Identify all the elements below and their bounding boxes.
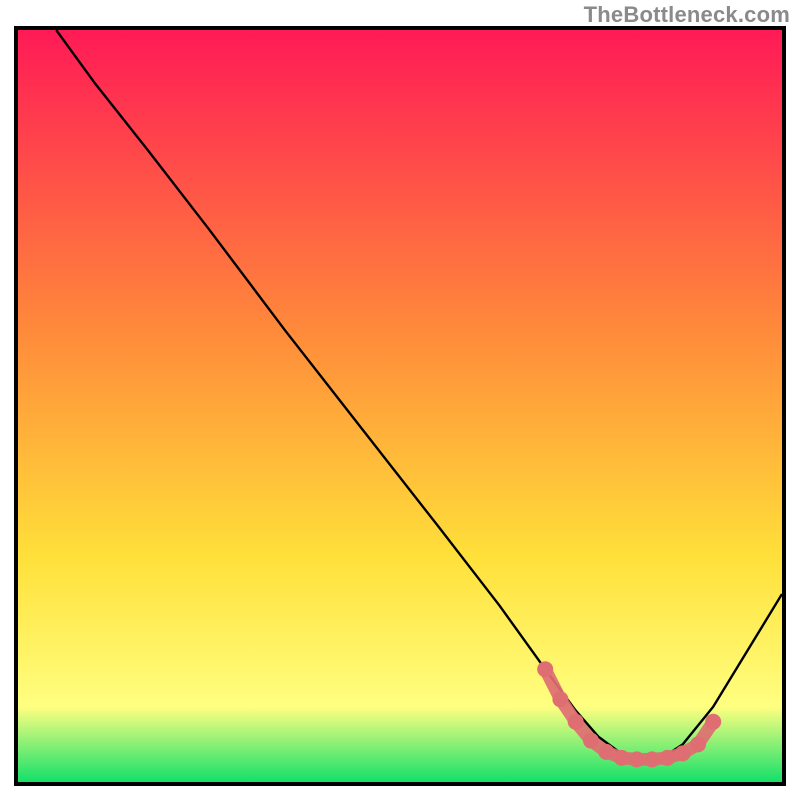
- optimal-band-point: [659, 750, 675, 766]
- chart-lines: [18, 30, 782, 782]
- watermark: TheBottleneck.com: [584, 2, 790, 28]
- optimal-band-point: [583, 733, 599, 749]
- optimal-band-point: [614, 750, 630, 766]
- plot-area: [14, 26, 786, 786]
- optimal-band-point: [568, 714, 584, 730]
- optimal-band: [537, 661, 721, 767]
- optimal-band-point: [552, 691, 568, 707]
- optimal-band-point: [690, 736, 706, 752]
- optimal-band-point: [629, 751, 645, 767]
- optimal-band-point: [705, 714, 721, 730]
- optimal-band-point: [537, 661, 553, 677]
- optimal-band-point: [598, 744, 614, 760]
- optimal-band-point: [644, 751, 660, 767]
- chart-wrapper: TheBottleneck.com: [0, 0, 800, 800]
- optimal-band-point: [675, 745, 691, 761]
- bottleneck-curve: [56, 30, 782, 759]
